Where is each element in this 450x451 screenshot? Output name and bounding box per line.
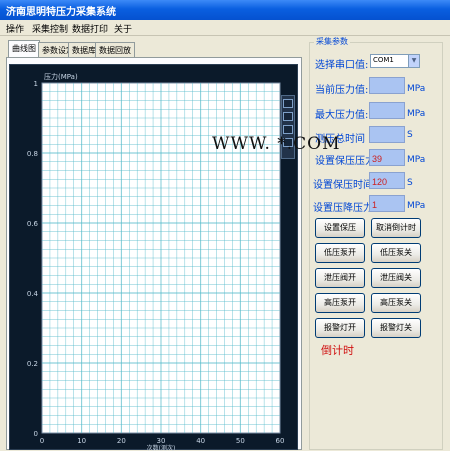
high-pump-off-button[interactable]: 高压泵关 xyxy=(371,293,421,313)
alarm-light-off-button[interactable]: 报警灯关 xyxy=(371,318,421,338)
x-tick-label: 50 xyxy=(236,437,245,445)
y-tick-label: 0.2 xyxy=(27,360,38,368)
current-pressure-value xyxy=(369,77,405,94)
hold-time-input[interactable] xyxy=(369,172,405,189)
countdown-label: 倒计时 xyxy=(321,344,354,357)
drop-pressure-input[interactable] xyxy=(369,195,405,212)
x-tick-label: 30 xyxy=(157,437,166,445)
low-pump-on-button[interactable]: 低压泵开 xyxy=(315,243,365,263)
relief-valve-close-button[interactable]: 泄压阀关 xyxy=(371,268,421,288)
port-select-value: COM1 xyxy=(373,56,394,64)
drop-pressure-label: 设置压降压力: xyxy=(313,203,377,214)
menu-acquisition-control[interactable]: 采集控制 xyxy=(32,22,68,35)
menu-operate[interactable]: 操作 xyxy=(6,22,24,35)
main-window: 济南思明特压力采集系统 操作 采集控制 数据打印 关于 曲线图 参数设定 数据库… xyxy=(0,0,450,451)
max-pressure-label: 最大压力值: xyxy=(315,110,369,121)
x-tick-label: 20 xyxy=(117,437,126,445)
x-tick-label: 60 xyxy=(276,437,285,445)
tab-curve[interactable]: 曲线图 xyxy=(8,40,40,58)
watermark-text: WWW. *.COM xyxy=(212,134,341,154)
pan-tool-icon[interactable] xyxy=(283,125,293,134)
port-label: 选择串口值: xyxy=(315,60,369,71)
pressure-chart: 0 10 20 30 40 50 60 0 0.2 0.4 0.6 0.8 1 压力(MPa) 次数(测次) xyxy=(9,64,298,451)
port-select[interactable]: COM1 ▼ xyxy=(370,54,420,68)
max-pressure-unit: MPa xyxy=(407,109,426,119)
title-bar[interactable]: 济南思明特压力采集系统 xyxy=(0,0,450,20)
y-tick-label: 0 xyxy=(34,430,38,438)
y-axis-label: 压力(MPa) xyxy=(44,72,78,81)
x-tick-label: 10 xyxy=(77,437,86,445)
total-time-unit: S xyxy=(407,130,413,140)
y-tick-label: 0.6 xyxy=(27,220,39,228)
hold-time-unit: S xyxy=(407,178,413,188)
low-pump-off-button[interactable]: 低压泵关 xyxy=(371,243,421,263)
tab-playback[interactable]: 数据回放 xyxy=(95,42,135,57)
total-time-value xyxy=(369,126,405,143)
set-hold-button[interactable]: 设置保压 xyxy=(315,218,365,238)
menu-data-print[interactable]: 数据打印 xyxy=(72,22,108,35)
drop-pressure-unit: MPa xyxy=(407,201,426,211)
current-pressure-label: 当前压力值: xyxy=(315,85,369,96)
relief-valve-open-button[interactable]: 泄压阀开 xyxy=(315,268,365,288)
chevron-down-icon[interactable]: ▼ xyxy=(408,55,419,67)
hold-time-label: 设置保压时间: xyxy=(313,180,377,191)
cancel-countdown-button[interactable]: 取消倒计时 xyxy=(371,218,421,238)
max-pressure-value xyxy=(369,102,405,119)
group-title: 采集参数 xyxy=(314,36,350,47)
hold-pressure-unit: MPa xyxy=(407,155,426,165)
alarm-light-on-button[interactable]: 报警灯开 xyxy=(315,318,365,338)
window-title: 济南思明特压力采集系统 xyxy=(6,7,116,18)
menu-bar: 操作 采集控制 数据打印 关于 xyxy=(0,20,450,36)
grid-tool-icon[interactable] xyxy=(283,99,293,108)
x-tick-label: 40 xyxy=(196,437,205,445)
zoom-tool-icon[interactable] xyxy=(283,112,293,121)
hold-pressure-input[interactable] xyxy=(369,149,405,166)
chart-canvas: 0 10 20 30 40 50 6000.20.40.60.81压力(MPa)次数(测次) xyxy=(27,72,285,451)
current-pressure-unit: MPa xyxy=(407,84,426,94)
y-tick-label: 1 xyxy=(34,80,38,88)
y-tick-label: 0.4 xyxy=(27,290,39,298)
x-tick-label: 0 xyxy=(40,437,44,445)
high-pump-on-button[interactable]: 高压泵开 xyxy=(315,293,365,313)
menu-about[interactable]: 关于 xyxy=(114,22,132,35)
y-tick-label: 0.8 xyxy=(27,150,38,158)
